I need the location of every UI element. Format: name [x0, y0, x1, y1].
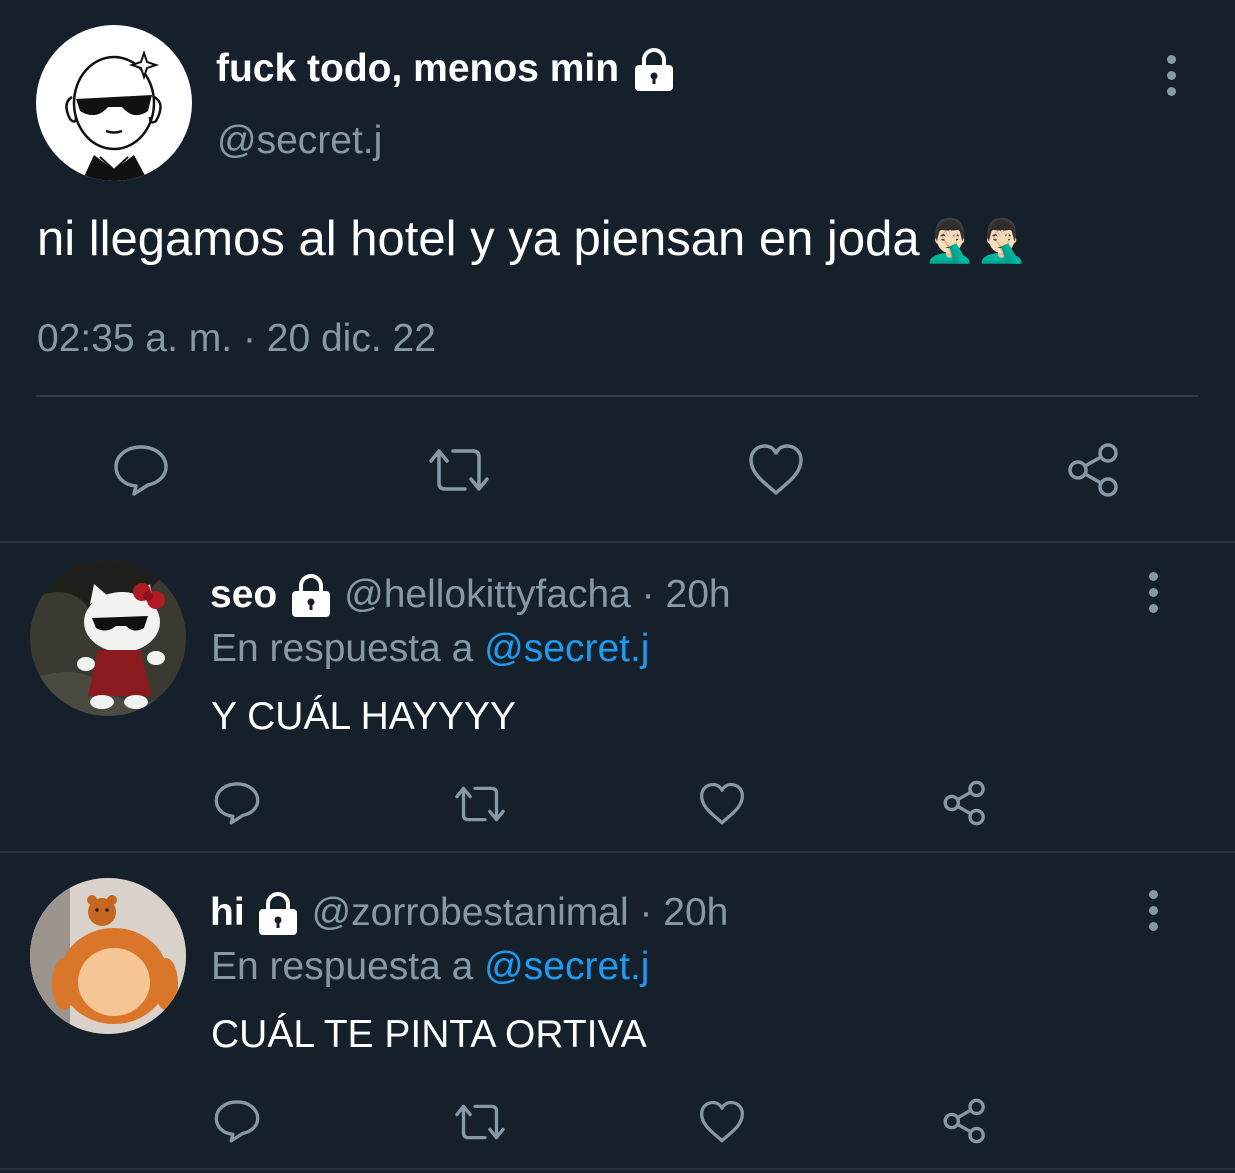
reply-icon[interactable]	[213, 1098, 261, 1144]
more-icon[interactable]	[1145, 572, 1161, 616]
display-name[interactable]: seo	[210, 573, 277, 616]
reply-context: En respuesta a @secret.j	[211, 626, 649, 672]
tweet-text: CUÁL TE PINTA ORTIVA	[211, 1013, 647, 1056]
author-name-row: fuck todo, menos min	[216, 46, 677, 92]
reply-context-label: En respuesta a	[211, 627, 485, 670]
like-icon[interactable]	[698, 782, 746, 826]
tweet-text: ni llegamos al hotel y ya piensan en jod…	[37, 212, 920, 266]
retweet-icon[interactable]	[425, 445, 493, 495]
reply-header: hi @zorrobestanimal · 20h	[210, 890, 728, 936]
divider	[0, 541, 1235, 543]
reply-icon[interactable]	[213, 780, 261, 826]
mention-link[interactable]: @secret.j	[484, 945, 649, 988]
avatar[interactable]	[30, 560, 186, 716]
lock-icon	[288, 573, 334, 624]
like-icon[interactable]	[747, 443, 805, 497]
reply-header: seo @hellokittyfacha · 20h	[210, 572, 731, 618]
reply-context: En respuesta a @secret.j	[211, 944, 649, 990]
display-name[interactable]: fuck todo, menos min	[216, 47, 619, 90]
relative-time: · 20h	[630, 573, 731, 616]
handle[interactable]: @secret.j	[217, 118, 382, 164]
divider	[0, 851, 1235, 853]
like-icon[interactable]	[698, 1100, 746, 1144]
avatar[interactable]	[30, 878, 186, 1034]
divider	[36, 395, 1198, 397]
relative-time: · 20h	[628, 891, 729, 934]
display-name[interactable]: hi	[210, 891, 245, 934]
reply-icon[interactable]	[112, 443, 170, 497]
lock-icon	[255, 891, 301, 942]
share-icon[interactable]	[940, 1097, 990, 1145]
lock-icon	[631, 47, 677, 98]
avatar[interactable]	[36, 25, 192, 181]
reply-context-label: En respuesta a	[211, 945, 485, 988]
handle[interactable]: @zorrobestanimal	[312, 891, 629, 934]
share-icon[interactable]	[940, 779, 990, 827]
handle[interactable]: @hellokittyfacha	[344, 573, 631, 616]
share-icon[interactable]	[1064, 441, 1124, 499]
more-icon[interactable]	[1145, 890, 1161, 934]
more-icon[interactable]	[1163, 55, 1179, 99]
facepalm-emoji: 🤦🏻‍♂️🤦🏻‍♂️	[923, 217, 1029, 264]
tweet-text: Y CUÁL HAYYYY	[211, 695, 516, 738]
retweet-icon[interactable]	[452, 783, 508, 825]
tweet-text-row: ni llegamos al hotel y ya piensan en jod…	[37, 210, 1028, 270]
retweet-icon[interactable]	[452, 1101, 508, 1143]
timestamp[interactable]: 02:35 a. m. · 20 dic. 22	[37, 316, 436, 362]
mention-link[interactable]: @secret.j	[484, 627, 649, 670]
divider	[0, 1168, 1235, 1170]
